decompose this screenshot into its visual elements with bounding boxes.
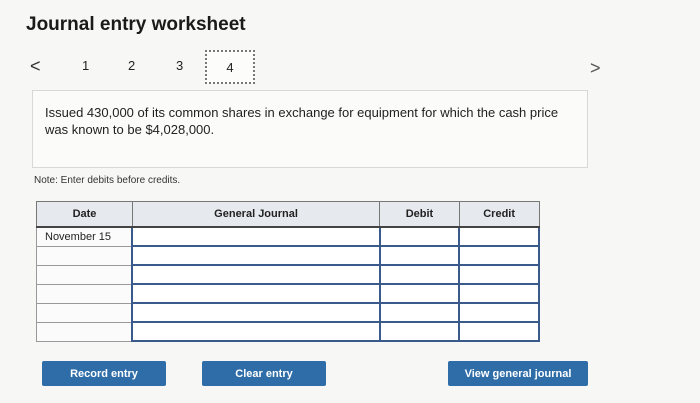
credit-input[interactable] — [458, 321, 540, 342]
table-row: November 15 — [36, 226, 540, 247]
account-input[interactable] — [131, 264, 381, 285]
table-row — [36, 321, 540, 342]
header-date: Date — [36, 201, 133, 228]
chevron-left-icon[interactable]: < — [30, 56, 41, 77]
step-3[interactable]: 3 — [176, 58, 183, 73]
journal-table: Date General Journal Debit Credit Novemb… — [36, 201, 540, 342]
step-navigation: < 1 2 3 4 > — [22, 48, 692, 88]
date-cell — [36, 264, 133, 285]
credit-input[interactable] — [458, 283, 540, 304]
credit-input[interactable] — [458, 226, 540, 247]
date-cell — [36, 302, 133, 323]
account-input[interactable] — [131, 302, 381, 323]
account-input[interactable] — [131, 245, 381, 266]
instruction-note: Note: Enter debits before credits. — [34, 175, 181, 186]
date-cell — [36, 321, 133, 342]
chevron-right-icon[interactable]: > — [590, 58, 601, 79]
credit-input[interactable] — [458, 302, 540, 323]
header-debit: Debit — [379, 201, 460, 228]
account-input[interactable] — [131, 321, 381, 342]
record-entry-button[interactable]: Record entry — [42, 361, 166, 386]
header-credit: Credit — [458, 201, 540, 228]
debit-input[interactable] — [378, 264, 461, 285]
table-row — [36, 245, 540, 266]
debit-input[interactable] — [378, 245, 461, 266]
table-row — [36, 264, 540, 285]
view-general-journal-button[interactable]: View general journal — [448, 361, 588, 386]
date-cell — [36, 283, 133, 304]
header-general-journal: General Journal — [131, 201, 381, 228]
debit-input[interactable] — [378, 226, 461, 247]
account-input[interactable] — [131, 226, 381, 247]
table-header-row: Date General Journal Debit Credit — [36, 201, 540, 228]
table-row — [36, 283, 540, 304]
step-1[interactable]: 1 — [82, 58, 89, 73]
step-2[interactable]: 2 — [128, 58, 135, 73]
debit-input[interactable] — [378, 283, 461, 304]
debit-input[interactable] — [378, 302, 461, 323]
credit-input[interactable] — [458, 264, 540, 285]
date-cell: November 15 — [36, 226, 133, 247]
date-cell — [36, 245, 133, 266]
debit-input[interactable] — [378, 321, 461, 342]
table-row — [36, 302, 540, 323]
account-input[interactable] — [131, 283, 381, 304]
credit-input[interactable] — [458, 245, 540, 266]
clear-entry-button[interactable]: Clear entry — [202, 361, 326, 386]
step-4-active[interactable]: 4 — [205, 50, 255, 84]
page-title: Journal entry worksheet — [26, 14, 246, 35]
problem-description: Issued 430,000 of its common shares in e… — [32, 90, 588, 168]
